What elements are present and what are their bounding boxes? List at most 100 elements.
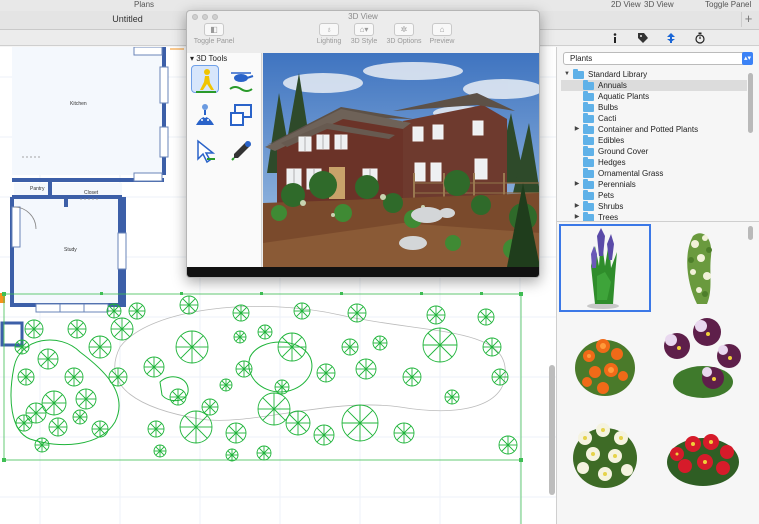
plant-symbol[interactable] <box>274 379 290 395</box>
plant-symbol[interactable] <box>225 448 239 462</box>
plant-symbol[interactable] <box>477 308 495 326</box>
plant-symbol[interactable] <box>17 368 35 386</box>
plant-symbol[interactable] <box>91 420 109 438</box>
plant-symbol[interactable] <box>393 422 415 444</box>
tree-item-hedges[interactable]: Hedges <box>561 157 747 168</box>
tree-item-container-and-potted-plants[interactable]: ▶ Container and Potted Plants <box>561 124 747 135</box>
plant-symbol[interactable] <box>426 305 446 325</box>
plant-symbol[interactable] <box>372 335 388 351</box>
eyedropper-tool-button[interactable] <box>227 137 255 165</box>
plant-symbol[interactable] <box>169 388 187 406</box>
plant-symbol[interactable] <box>37 348 59 370</box>
plant-symbol[interactable] <box>402 367 422 387</box>
plant-symbol[interactable] <box>422 327 458 363</box>
tree-item-ground-cover[interactable]: Ground Cover <box>561 146 747 157</box>
plant-symbol[interactable] <box>257 392 291 426</box>
plant-symbol[interactable] <box>355 358 377 380</box>
plant-symbol[interactable] <box>88 335 112 359</box>
tree-item-cacti[interactable]: Cacti <box>561 113 747 124</box>
tree-item-bulbs[interactable]: Bulbs <box>561 102 747 113</box>
lighting-tool[interactable]: ♁ Lighting <box>313 23 345 53</box>
plant-symbol[interactable] <box>128 302 146 320</box>
tree-item-standard-library[interactable]: ▼ Standard Library <box>561 69 747 80</box>
tag-icon[interactable] <box>637 32 649 44</box>
plant-symbol[interactable] <box>64 367 84 387</box>
plant-symbol[interactable] <box>106 303 122 319</box>
timer-icon[interactable] <box>694 32 706 44</box>
3d-view-button[interactable]: 3D View <box>644 0 674 9</box>
preview-tool[interactable]: ⌂ Preview <box>427 23 457 53</box>
plant-thumbnail-white-shrub[interactable] <box>657 224 749 312</box>
thumbnail-scrollbar[interactable] <box>748 226 753 240</box>
add-tab-button[interactable]: + <box>741 12 755 27</box>
disclosure-closed-icon[interactable]: ▶ <box>573 201 581 212</box>
plant-thumbnail-orange-flowers[interactable] <box>559 316 651 404</box>
plant-symbol[interactable] <box>293 302 311 320</box>
select-tool-button[interactable] <box>191 137 219 165</box>
plant-symbol[interactable] <box>233 330 247 344</box>
disclosure-open-icon[interactable]: ▼ <box>563 69 571 80</box>
tree-item-edibles[interactable]: Edibles <box>561 135 747 146</box>
plant-symbol[interactable] <box>235 360 253 378</box>
plant-symbol[interactable] <box>34 437 50 453</box>
plant-symbol[interactable] <box>24 319 44 339</box>
plant-symbol[interactable] <box>48 417 68 437</box>
tree-item-perennials[interactable]: ▶ Perennials <box>561 179 747 190</box>
library-category-select[interactable]: Plants ▴▾ <box>563 52 753 65</box>
camera-view-tool-button[interactable] <box>227 101 255 129</box>
plant-symbol[interactable] <box>14 339 30 355</box>
fly-tool-button[interactable] <box>227 65 255 93</box>
info-icon[interactable] <box>609 32 621 44</box>
3d-options-tool[interactable]: ✲ 3D Options <box>383 23 425 53</box>
plant-symbol[interactable] <box>225 422 247 444</box>
plant-symbol[interactable] <box>15 414 33 432</box>
tree-item-annuals[interactable]: Annuals <box>561 80 747 91</box>
plant-symbol[interactable] <box>75 388 97 410</box>
tree-item-ornamental-grass[interactable]: Ornamental Grass <box>561 168 747 179</box>
plant-symbol[interactable] <box>444 389 460 405</box>
plant-thumbnail-pansies[interactable] <box>657 316 749 404</box>
plant-symbol[interactable] <box>341 404 379 442</box>
plant-thumbnail-red-flowers[interactable] <box>657 408 749 496</box>
plant-symbol[interactable] <box>491 368 509 386</box>
plant-symbol[interactable] <box>347 303 367 323</box>
plant-symbol[interactable] <box>277 332 307 362</box>
plant-symbol[interactable] <box>179 295 199 315</box>
plant-thumbnail-purple-spike[interactable] <box>559 224 651 312</box>
canvas-scrollbar[interactable] <box>549 365 555 495</box>
plant-symbol[interactable] <box>147 420 165 438</box>
plant-symbol[interactable] <box>72 409 88 425</box>
plant-symbol[interactable] <box>67 319 87 339</box>
plant-symbol[interactable] <box>179 410 213 444</box>
plant-symbol[interactable] <box>257 324 273 340</box>
toggle-panel-tool[interactable]: ◧ Toggle Panel <box>191 23 237 53</box>
walk-tool-button[interactable] <box>191 65 219 93</box>
2d-view-button[interactable]: 2D View <box>611 0 641 9</box>
sprinkler-tool-button[interactable] <box>191 101 219 129</box>
toggle-panel-button[interactable]: Toggle Panel <box>705 0 751 9</box>
tree-item-aquatic-plants[interactable]: Aquatic Plants <box>561 91 747 102</box>
zoom-window-button[interactable] <box>212 14 218 20</box>
library-tree-scrollbar[interactable] <box>748 73 753 133</box>
close-window-button[interactable] <box>192 14 198 20</box>
minimize-window-button[interactable] <box>202 14 208 20</box>
plant-symbol[interactable] <box>313 424 335 446</box>
plant-symbol[interactable] <box>232 304 250 322</box>
plant-symbol[interactable] <box>108 367 128 387</box>
3d-style-tool[interactable]: ⌂▾ 3D Style <box>347 23 381 53</box>
plant-symbol[interactable] <box>256 445 272 461</box>
plant-symbol[interactable] <box>143 356 165 378</box>
plant-symbol[interactable] <box>285 410 311 436</box>
plant-symbol[interactable] <box>153 444 167 458</box>
plant-symbol[interactable] <box>341 338 359 356</box>
tree-item-pets[interactable]: Pets <box>561 190 747 201</box>
disclosure-closed-icon[interactable]: ▶ <box>573 179 581 190</box>
plant-symbol[interactable] <box>201 398 219 416</box>
plant-symbol[interactable] <box>110 317 134 341</box>
disclosure-closed-icon[interactable]: ▶ <box>573 124 581 135</box>
plant-symbol[interactable] <box>175 330 209 364</box>
plant-icon[interactable] <box>665 32 677 44</box>
tree-item-shrubs[interactable]: ▶ Shrubs <box>561 201 747 212</box>
plant-symbol[interactable] <box>316 363 336 383</box>
3d-render-viewport[interactable] <box>263 53 539 267</box>
